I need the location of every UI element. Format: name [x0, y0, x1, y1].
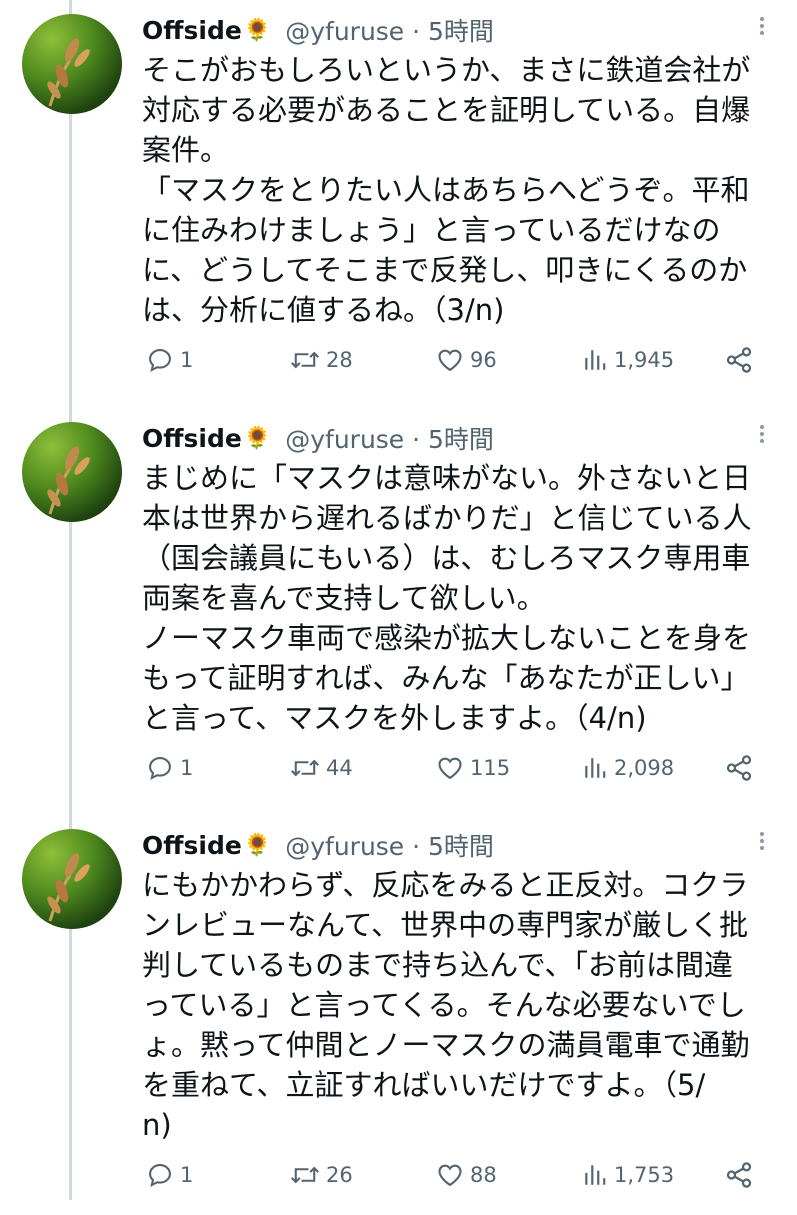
share-icon	[726, 347, 752, 373]
action-bar: 1 26 88 1,753	[142, 1155, 782, 1195]
views-chart-icon	[585, 350, 606, 370]
handle-and-time[interactable]: @yfuruse · 5時間	[285, 420, 494, 456]
tweet[interactable]: Offside 🌻 @yfuruse · 5時間 にもかかわらず、反応をみると正…	[0, 815, 797, 1215]
sunflower-emoji: 🌻	[243, 17, 272, 43]
retweet-icon	[290, 759, 320, 777]
reply-button[interactable]: 1	[146, 748, 193, 788]
views-count: 1,753	[614, 1163, 675, 1187]
reply-icon	[149, 757, 171, 780]
display-name[interactable]: Offside	[142, 831, 242, 860]
reply-count: 1	[180, 756, 194, 780]
action-bar: 1 28 96 1,945	[142, 340, 782, 380]
avatar[interactable]	[22, 14, 122, 114]
more-options-icon[interactable]	[752, 14, 772, 44]
sunflower-emoji: 🌻	[243, 832, 272, 858]
heart-icon	[438, 1164, 462, 1187]
tweet[interactable]: Offside 🌻 @yfuruse · 5時間 まじめに「マスクは意味がない。…	[0, 408, 797, 808]
reply-count: 1	[180, 348, 194, 372]
heart-icon	[438, 757, 462, 780]
views-chart-icon	[585, 1165, 606, 1185]
views-button[interactable]: 1,945	[582, 340, 674, 380]
reply-count: 1	[180, 1163, 194, 1187]
retweet-button[interactable]: 28	[290, 340, 353, 380]
heart-icon	[438, 349, 462, 372]
like-button[interactable]: 88	[436, 1155, 497, 1195]
like-button[interactable]: 96	[436, 340, 497, 380]
share-button[interactable]	[724, 1155, 760, 1195]
views-count: 2,098	[614, 756, 675, 780]
views-count: 1,945	[614, 348, 675, 372]
like-count: 88	[470, 1163, 497, 1187]
share-icon	[726, 1162, 752, 1188]
more-options-icon[interactable]	[752, 829, 772, 859]
share-button[interactable]	[724, 340, 760, 380]
more-options-icon[interactable]	[752, 422, 772, 452]
retweet-button[interactable]: 26	[290, 1155, 353, 1195]
reply-button[interactable]: 1	[146, 1155, 193, 1195]
retweet-button[interactable]: 44	[290, 748, 353, 788]
like-button[interactable]: 115	[436, 748, 510, 788]
sunflower-emoji: 🌻	[243, 425, 272, 451]
retweet-count: 44	[326, 756, 353, 780]
views-button[interactable]: 1,753	[582, 1155, 674, 1195]
retweet-icon	[290, 1166, 320, 1184]
retweet-count: 28	[326, 348, 353, 372]
display-name[interactable]: Offside	[142, 16, 242, 45]
like-count: 96	[470, 348, 497, 372]
reply-icon	[149, 349, 171, 372]
views-chart-icon	[585, 758, 606, 778]
reply-icon	[149, 1164, 171, 1187]
retweet-icon	[290, 351, 320, 369]
retweet-count: 26	[326, 1163, 353, 1187]
tweet[interactable]: Offside 🌻 @yfuruse · 5時間 そこがおもしろいというか、まさ…	[0, 0, 797, 400]
handle-and-time[interactable]: @yfuruse · 5時間	[285, 827, 494, 863]
avatar[interactable]	[22, 422, 122, 522]
reply-button[interactable]: 1	[146, 340, 193, 380]
avatar[interactable]	[22, 829, 122, 929]
display-name[interactable]: Offside	[142, 424, 242, 453]
handle-and-time[interactable]: @yfuruse · 5時間	[285, 12, 494, 48]
like-count: 115	[470, 756, 511, 780]
share-button[interactable]	[724, 748, 760, 788]
action-bar: 1 44 115 2,098	[142, 748, 782, 788]
views-button[interactable]: 2,098	[582, 748, 674, 788]
tweet-text: そこがおもしろいというか、まさに鉄道会社が 対応する必要があることを証明している…	[142, 53, 751, 327]
share-icon	[726, 755, 752, 781]
tweet-text: まじめに「マスクは意味がない。外さないと日 本は世界から遅れるばかりだ」と信じて…	[142, 461, 752, 735]
tweet-text: にもかかわらず、反応をみると正反対。コクラ ンレビューなんて、世界中の専門家が厳…	[142, 868, 750, 1142]
